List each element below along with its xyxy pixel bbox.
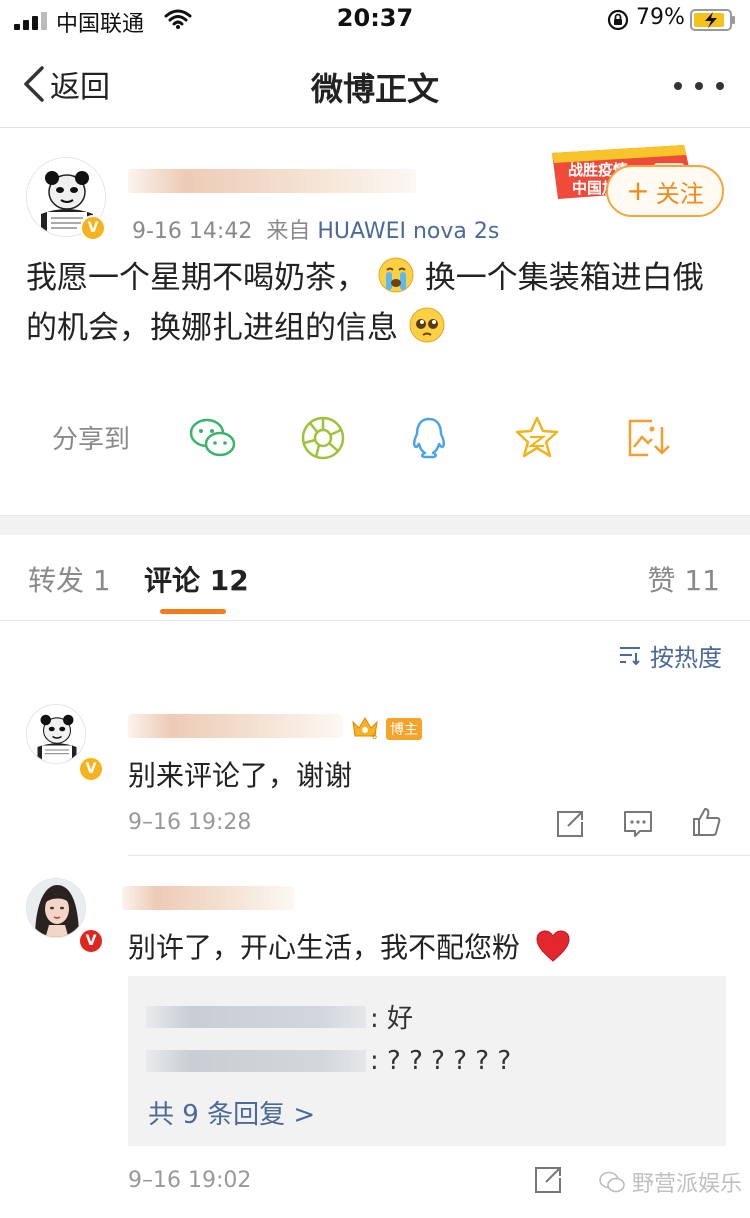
comment-text-body: 别许了，开心生活，我不配您粉	[128, 931, 521, 964]
save-image-icon[interactable]	[622, 413, 672, 463]
sort-button[interactable]: 按热度	[618, 640, 722, 672]
blurred-reply-username	[146, 1005, 366, 1028]
repost-icon[interactable]	[532, 1164, 564, 1196]
like-icon[interactable]	[690, 806, 722, 838]
pleading-face-emoji	[409, 307, 445, 343]
more-replies-link[interactable]: 共 9 条回复 >	[148, 1094, 315, 1131]
tab-indicator	[160, 609, 226, 614]
svg-text:6: 6	[372, 732, 377, 740]
post: V 战胜疫情 中国加油 + 关注 9-16 14:42 来自 HUAWEI no…	[0, 129, 750, 515]
moments-icon[interactable]	[298, 413, 348, 463]
battery-percent: 79%	[636, 5, 685, 30]
share-row: 分享到	[0, 405, 750, 469]
reply-text: : ? ? ? ? ? ?	[370, 1046, 512, 1076]
woman-portrait-avatar	[27, 879, 85, 937]
watermark: 野营派娱乐	[598, 1166, 742, 1198]
reply-box[interactable]: : 好 : ? ? ? ? ? ? 共 9 条回复 >	[128, 976, 726, 1146]
wechat-icon	[599, 1171, 625, 1193]
tab-comment[interactable]: 评论 12	[144, 559, 249, 599]
verified-badge: V	[78, 928, 104, 954]
verified-badge: V	[80, 215, 106, 241]
blurred-reply-username	[146, 1050, 366, 1072]
qq-icon[interactable]	[404, 413, 454, 463]
comment-avatar[interactable]	[26, 704, 86, 764]
sort-icon	[620, 647, 640, 666]
tab-repost[interactable]: 转发 1	[28, 559, 111, 599]
repost-icon[interactable]	[554, 808, 586, 840]
tab-like[interactable]: 赞 11	[647, 559, 720, 599]
panda-meme-avatar	[27, 705, 85, 763]
red-heart-emoji	[536, 930, 570, 962]
comment-time: 9–16 19:28	[128, 810, 252, 835]
source-prefix: 来自	[266, 219, 311, 244]
crying-face-emoji	[378, 257, 414, 293]
sort-label: 按热度	[650, 643, 722, 672]
blurred-username[interactable]	[128, 714, 342, 738]
plus-icon: +	[626, 174, 650, 207]
follow-label: 关注	[655, 179, 704, 208]
more-icon[interactable]	[672, 80, 726, 92]
orientation-lock-icon	[607, 9, 629, 31]
verified-badge: V	[78, 756, 104, 782]
post-text: 我愿一个星期不喝奶茶， 换一个集装箱进白俄的机会，换娜扎进组的信息	[26, 253, 726, 353]
wechat-icon[interactable]	[188, 413, 238, 463]
crown-icon: 6	[352, 717, 378, 740]
blurred-username[interactable]	[128, 169, 416, 193]
reply-text: : 好	[370, 1004, 414, 1034]
reply-item[interactable]: : ? ? ? ? ? ?	[146, 1046, 511, 1076]
status-bar: 中国联通 20:37 79%	[0, 0, 750, 42]
host-badge: 博主	[386, 718, 422, 740]
follow-button[interactable]: + 关注	[606, 165, 724, 217]
post-text-part1: 我愿一个星期不喝奶茶，	[26, 260, 367, 296]
tab-bar: 转发 1 评论 12 赞 11	[0, 535, 750, 621]
page-title: 微博正文	[310, 70, 439, 108]
share-label: 分享到	[52, 425, 131, 455]
blurred-username[interactable]	[122, 886, 294, 910]
section-separator	[0, 515, 750, 535]
comment-text: 别许了，开心生活，我不配您粉	[128, 926, 571, 966]
watermark-text: 野营派娱乐	[632, 1172, 743, 1197]
post-meta: 9-16 14:42 来自 HUAWEI nova 2s	[132, 213, 499, 245]
comment-icon[interactable]	[622, 808, 654, 840]
comment-avatar[interactable]	[26, 878, 86, 938]
nav-bar: 返回 微博正文	[0, 42, 750, 128]
comment-time: 9–16 19:02	[128, 1168, 252, 1193]
battery-charging-icon	[690, 9, 735, 31]
post-source[interactable]: HUAWEI nova 2s	[317, 219, 499, 244]
post-time: 9-16 14:42	[132, 219, 253, 244]
comment-text: 别来评论了，谢谢	[128, 759, 353, 792]
qzone-icon[interactable]	[512, 413, 562, 463]
comment-item: V 6 博主 别来评论了，谢谢 9–16 19:28	[0, 690, 750, 856]
reply-item[interactable]: : 好	[146, 998, 413, 1035]
